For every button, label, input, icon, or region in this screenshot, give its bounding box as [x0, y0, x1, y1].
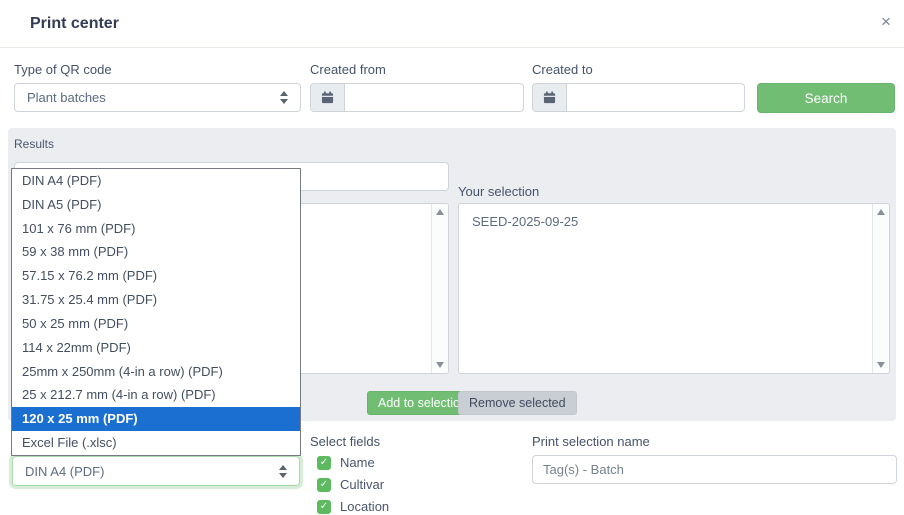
select-fields-label: Select fields [310, 434, 380, 449]
close-icon[interactable]: × [876, 12, 896, 32]
created-from-label: Created from [310, 62, 386, 77]
qr-type-selected-value: Plant batches [27, 90, 106, 105]
page-title: Print center [30, 15, 119, 33]
selection-list-item[interactable]: SEED-2025-09-25 [472, 212, 872, 232]
results-header: Results [14, 137, 54, 151]
scroll-up-icon[interactable] [436, 209, 444, 215]
format-select[interactable]: DIN A4 (PDF) [12, 456, 300, 486]
created-to-input[interactable] [567, 84, 744, 111]
field-row: ✓ Cultivar [317, 477, 384, 492]
dropdown-option[interactable]: 114 x 22mm (PDF) [12, 336, 300, 360]
scroll-down-icon[interactable] [877, 362, 885, 368]
created-to-group [532, 83, 745, 112]
selection-scrollbar[interactable] [872, 204, 889, 373]
format-options-list: DIN A4 (PDF)DIN A5 (PDF)101 x 76 mm (PDF… [11, 168, 301, 456]
created-to-label: Created to [532, 62, 593, 77]
dropdown-option[interactable]: 120 x 25 mm (PDF) [12, 407, 300, 431]
chevron-updown-icon [279, 465, 287, 478]
dropdown-option[interactable]: 25mm x 250mm (4-in a row) (PDF) [12, 360, 300, 384]
checkbox-label: Location [340, 499, 389, 514]
calendar-icon[interactable] [311, 84, 345, 111]
scroll-up-icon[interactable] [877, 209, 885, 215]
print-selection-name-label: Print selection name [532, 434, 650, 449]
remove-selected-button[interactable]: Remove selected [458, 391, 577, 415]
created-from-group [310, 83, 524, 112]
your-selection-listbox[interactable]: SEED-2025-09-25 [458, 203, 890, 374]
format-selected-value: DIN A4 (PDF) [25, 464, 104, 479]
checkbox-label: Name [340, 455, 375, 470]
dropdown-option[interactable]: DIN A5 (PDF) [12, 193, 300, 217]
checkbox-checked-icon[interactable]: ✓ [317, 500, 331, 514]
qr-type-select[interactable]: Plant batches [14, 83, 301, 112]
selection-list-items: SEED-2025-09-25 [459, 204, 872, 373]
qr-type-label: Type of QR code [14, 62, 112, 77]
checkbox-checked-icon[interactable]: ✓ [317, 456, 331, 470]
dropdown-option[interactable]: Excel File (.xlsc) [12, 431, 300, 455]
dropdown-option[interactable]: 59 x 38 mm (PDF) [12, 240, 300, 264]
header-divider [0, 47, 904, 48]
dropdown-option[interactable]: 101 x 76 mm (PDF) [12, 217, 300, 241]
dropdown-option[interactable]: DIN A4 (PDF) [12, 169, 300, 193]
your-selection-label: Your selection [458, 184, 539, 199]
field-row: ✓ Name [317, 455, 375, 470]
search-button[interactable]: Search [757, 83, 895, 113]
calendar-icon[interactable] [533, 84, 567, 111]
checkbox-label: Cultivar [340, 477, 384, 492]
created-from-input[interactable] [345, 84, 523, 111]
dropdown-option[interactable]: 50 x 25 mm (PDF) [12, 312, 300, 336]
dropdown-option[interactable]: 57.15 x 76.2 mm (PDF) [12, 264, 300, 288]
field-row: ✓ Location [317, 499, 389, 514]
scroll-down-icon[interactable] [436, 362, 444, 368]
chevron-updown-icon [280, 91, 288, 104]
dropdown-option[interactable]: 31.75 x 25.4 mm (PDF) [12, 288, 300, 312]
checkbox-checked-icon[interactable]: ✓ [317, 478, 331, 492]
results-scrollbar[interactable] [431, 204, 448, 373]
print-selection-name-input[interactable] [533, 456, 896, 483]
print-selection-name-box [532, 455, 897, 484]
dropdown-option[interactable]: 25 x 212.7 mm (4-in a row) (PDF) [12, 383, 300, 407]
